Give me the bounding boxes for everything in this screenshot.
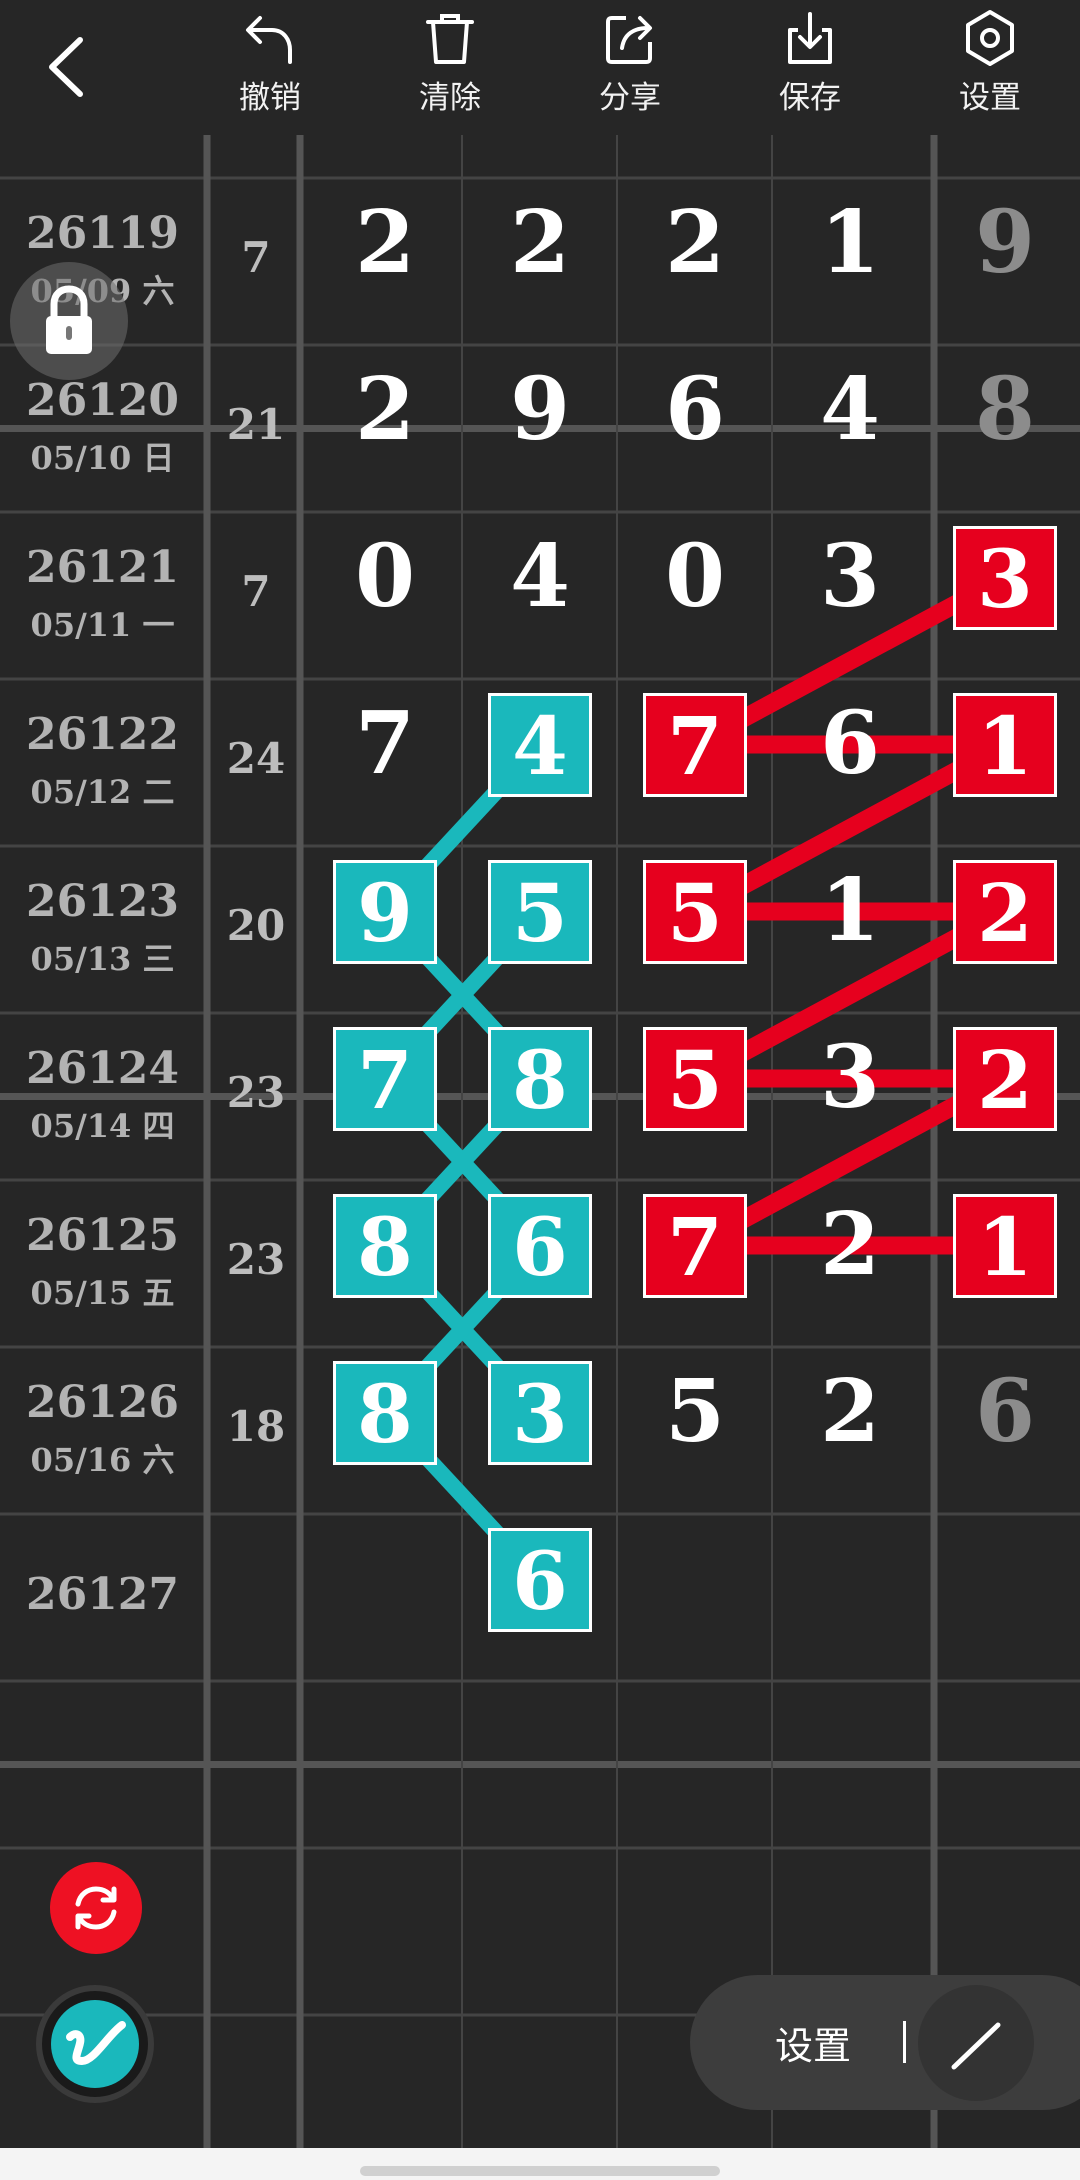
lock-icon [46,285,92,354]
share-button[interactable]: 分享 [565,8,695,130]
red-highlight-digit[interactable]: 5 [643,1026,747,1131]
issue-date: 05/14 四 [30,1107,175,1145]
digit-sum: 23 [226,1068,286,1117]
share-label: 分享 [599,80,661,116]
digit-cell[interactable]: 8 [930,359,1080,460]
digit-cell[interactable]: 1 [775,860,925,961]
save-button[interactable]: 保存 [745,8,875,130]
issue-date: 05/11 一 [30,606,175,644]
digit-cell[interactable]: 2 [465,192,615,293]
top-toolbar: 撤销 清除 分享 保存 设置 [0,0,1080,135]
clear-label: 清除 [419,80,481,116]
undo-button[interactable]: 撤销 [205,8,335,130]
settings-label: 设置 [959,80,1021,116]
refresh-icon [75,1886,117,1930]
teal-highlight-digit[interactable]: 8 [333,1360,437,1465]
digit-cell[interactable]: 7 [310,693,460,794]
teal-highlight-digit[interactable]: 8 [488,1026,592,1131]
issue-number: 26126 [25,1377,180,1428]
issue-number: 26124 [25,1043,180,1094]
digit-cell[interactable]: 6 [775,693,925,794]
red-highlight-digit[interactable]: 1 [953,1193,1057,1298]
issue-date: 05/13 三 [30,940,175,978]
undo-icon [246,16,292,64]
home-indicator [360,2166,720,2176]
digit-sum: 7 [241,567,271,616]
red-highlight-digit[interactable]: 3 [953,525,1057,630]
panel-divider [903,2021,906,2063]
teal-highlight-digit[interactable]: 9 [333,859,437,964]
teal-highlight-digit[interactable]: 8 [333,1193,437,1298]
digit-sum: 7 [241,233,271,282]
issue-date: 05/15 五 [30,1274,175,1312]
digit-sum: 21 [226,400,286,449]
undo-label: 撤销 [239,80,301,116]
digit-cell[interactable]: 2 [620,192,770,293]
teal-highlight-digit[interactable]: 5 [488,859,592,964]
digit-cell[interactable]: 4 [775,359,925,460]
digit-sum: 23 [226,1235,286,1284]
issue-number: 26125 [25,1210,180,1261]
digit-cell[interactable]: 3 [775,1027,925,1128]
digit-cell[interactable]: 5 [620,1361,770,1462]
chevron-left-icon [49,37,83,97]
issue-number: 26123 [25,876,180,927]
settings-icon [966,10,1014,66]
issue-number: 26127 [25,1569,180,1620]
digit-cell[interactable]: 2 [310,192,460,293]
digit-cell[interactable]: 2 [775,1361,925,1462]
teal-highlight-digit[interactable]: 7 [333,1026,437,1131]
digit-cell[interactable]: 6 [930,1361,1080,1462]
red-highlight-digit[interactable]: 1 [953,692,1057,797]
red-highlight-digit[interactable]: 2 [953,859,1057,964]
back-button[interactable] [30,22,110,112]
digit-cell[interactable]: 0 [620,526,770,627]
bottom-settings-panel: 设置 [690,1975,1080,2110]
digit-sum: 20 [226,901,286,950]
issue-date: 05/12 二 [30,773,175,811]
digit-cell[interactable]: 0 [310,526,460,627]
digit-cell[interactable]: 9 [930,192,1080,293]
settings-button[interactable]: 设置 [925,8,1055,130]
line-tool-button[interactable] [918,1985,1034,2101]
digit-cell[interactable]: 1 [775,192,925,293]
digit-sum: 24 [226,734,286,783]
digit-cell[interactable]: 6 [620,359,770,460]
red-highlight-digit[interactable]: 7 [643,692,747,797]
issue-date: 05/16 六 [30,1441,175,1479]
issue-number: 26120 [25,375,180,426]
teal-highlight-digit[interactable]: 4 [488,692,592,797]
digit-cell[interactable]: 2 [775,1194,925,1295]
issue-number: 26122 [25,709,180,760]
issue-date: 05/10 日 [30,439,175,477]
red-highlight-digit[interactable]: 5 [643,859,747,964]
digit-cell[interactable]: 2 [310,359,460,460]
issue-number: 26121 [25,542,180,593]
download-icon [788,12,832,64]
share-icon [606,16,652,64]
digit-cell[interactable]: 9 [465,359,615,460]
line-tool-icon [951,2022,1001,2070]
clear-button[interactable]: 清除 [385,8,515,130]
red-highlight-digit[interactable]: 2 [953,1026,1057,1131]
pen-tool-button[interactable] [36,1985,154,2103]
issue-number: 26119 [25,208,180,259]
trash-icon [426,14,474,64]
digit-sum: 18 [226,1402,286,1451]
red-highlight-digit[interactable]: 7 [643,1193,747,1298]
teal-highlight-digit[interactable]: 3 [488,1360,592,1465]
panel-settings-button[interactable]: 设置 [775,2015,851,2070]
digit-cell[interactable]: 4 [465,526,615,627]
lock-button[interactable] [10,262,128,380]
teal-highlight-digit[interactable]: 6 [488,1193,592,1298]
digit-cell[interactable]: 3 [775,526,925,627]
teal-highlight-digit[interactable]: 6 [488,1527,592,1632]
refresh-button[interactable] [50,1862,142,1954]
pen-logo-icon [51,2000,139,2088]
save-label: 保存 [779,80,841,116]
